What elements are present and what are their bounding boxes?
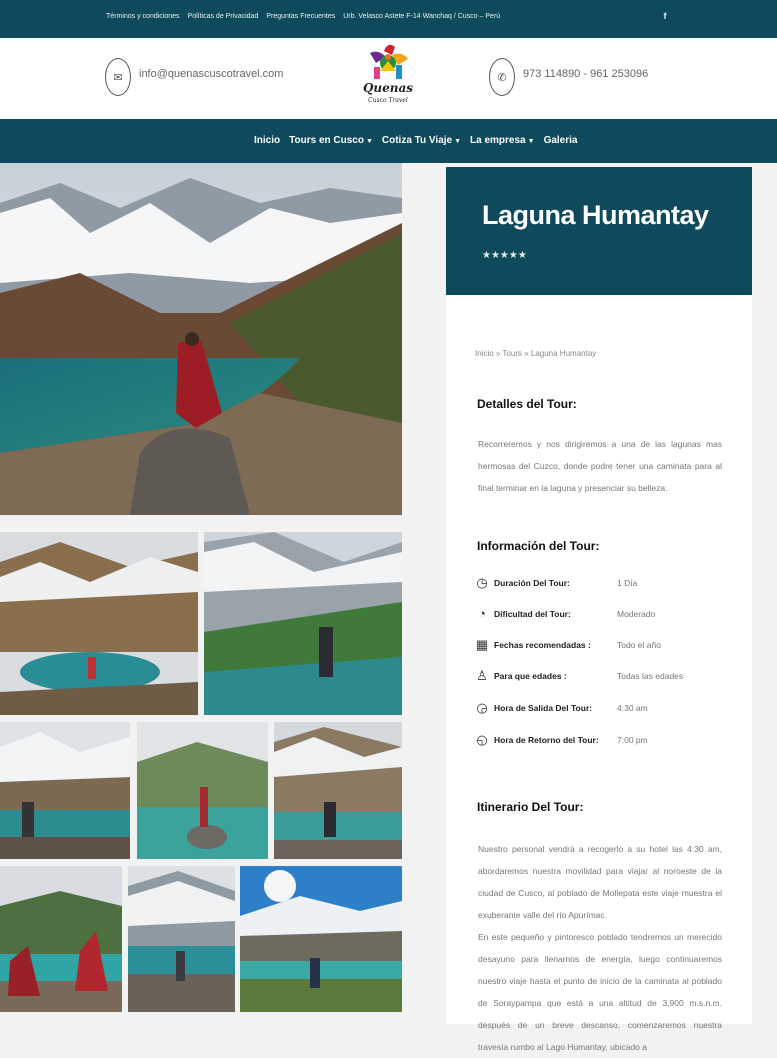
- email-link[interactable]: info@quenascuscotravel.com: [139, 68, 283, 80]
- info-value: Todo el año: [617, 640, 661, 650]
- info-label: Para que edades :: [494, 671, 567, 681]
- chevron-down-icon: ▼: [454, 138, 462, 145]
- phone-icon: ✆: [489, 58, 515, 96]
- nav-tours-cusco[interactable]: Tours en Cusco ▼: [289, 135, 373, 146]
- itinerary-text-2: En este pequeño y pintoresco poblado ten…: [478, 932, 722, 1052]
- gauge-icon: ◔: [478, 606, 486, 621]
- gallery-photo[interactable]: [0, 866, 122, 1012]
- details-text: Recorreremos y nos dirigiremos a una de …: [478, 439, 722, 493]
- info-value: Todas las edades: [617, 671, 684, 681]
- link-terminos[interactable]: Términos y condiciones: [106, 13, 180, 20]
- nav-empresa[interactable]: La empresa ▼: [470, 135, 535, 146]
- clock-return-icon: ◵: [476, 732, 488, 747]
- nav-galeria[interactable]: Galeria: [544, 135, 578, 146]
- tour-panel: Laguna Humantay ★★★★★ Inicio » Tours » L…: [446, 167, 752, 1052]
- breadcrumb[interactable]: Inicio » Tours » Laguna Humantay: [475, 349, 596, 358]
- star-rating: ★★★★★: [482, 250, 527, 261]
- itinerary-text: Nuestro personal vendrá a recogerlo a su…: [478, 844, 722, 920]
- mail-icon: ✉: [105, 58, 131, 96]
- info-label: Dificultad del Tour:: [494, 609, 571, 619]
- gallery-photo[interactable]: [128, 866, 235, 1012]
- top-links: Términos y condiciones Políticas de Priv…: [106, 13, 500, 20]
- logo[interactable]: Quenas Cusco Travel: [362, 41, 414, 115]
- main-nav: Inicio Tours en Cusco ▼ Cotiza Tu Viaje ▼ …: [0, 119, 777, 163]
- family-icon: ♙: [476, 668, 488, 683]
- info-value: 1 Día: [617, 578, 638, 588]
- nav-cotiza[interactable]: Cotiza Tu Viaje ▼: [382, 135, 461, 146]
- facebook-icon[interactable]: f: [660, 11, 670, 23]
- site-header: ✉ info@quenascuscotravel.com Quenas Cusc…: [0, 38, 777, 119]
- address-text: Urb. Velasco Astete F-14 Wanchaq / Cusco…: [343, 13, 501, 20]
- clock-icon: ◷: [476, 575, 488, 590]
- gallery-photo[interactable]: [240, 866, 402, 1012]
- top-bar: Términos y condiciones Políticas de Priv…: [0, 0, 777, 38]
- info-row-departure: ◶ Hora de Salida Del Tour: 4:30 am: [474, 700, 734, 718]
- info-row-ages: ♙ Para que edades : Todas las edades: [474, 668, 734, 686]
- info-row-difficulty: ◔ Dificultad del Tour: Moderado: [474, 606, 734, 624]
- phone-number[interactable]: 973 114890 - 961 253096: [523, 68, 648, 80]
- gallery-photo[interactable]: [204, 532, 402, 715]
- info-heading: Información del Tour:: [477, 539, 600, 553]
- info-row-dates: ▦ Fechas recomendadas : Todo el año: [474, 637, 734, 655]
- logo-subtitle: Cusco Travel: [368, 97, 408, 104]
- chevron-down-icon: ▼: [365, 138, 373, 145]
- link-faq[interactable]: Preguntas Frecuentes: [266, 13, 335, 20]
- nav-inicio[interactable]: Inicio: [254, 135, 280, 146]
- info-label: Duración Del Tour:: [494, 578, 570, 588]
- info-row-duration: ◷ Duración Del Tour: 1 Día: [474, 575, 734, 593]
- gallery-photo[interactable]: [274, 722, 402, 859]
- logo-name: Quenas: [362, 81, 414, 95]
- info-label: Hora de Salida Del Tour:: [494, 703, 593, 713]
- gallery-photo[interactable]: [137, 722, 268, 859]
- logo-graphic: [370, 44, 408, 79]
- info-value: Moderado: [617, 609, 656, 619]
- clock-arrow-icon: ◶: [476, 700, 488, 715]
- info-value: 4:30 am: [617, 703, 648, 713]
- tour-title: Laguna Humantay: [482, 200, 709, 230]
- details-heading: Detalles del Tour:: [477, 397, 577, 411]
- tour-header: Laguna Humantay ★★★★★: [446, 167, 752, 295]
- info-row-return: ◵ Hora de Retorno del Tour: 7:00 pm: [474, 732, 734, 750]
- hero-photo[interactable]: [0, 163, 402, 515]
- gallery-photo[interactable]: [0, 532, 198, 715]
- gallery-photo[interactable]: [0, 722, 130, 859]
- calendar-icon: ▦: [475, 637, 489, 652]
- chevron-down-icon: ▼: [527, 138, 535, 145]
- itinerary-heading: Itinerario Del Tour:: [477, 800, 584, 814]
- info-value: 7:00 pm: [617, 735, 648, 745]
- info-label: Hora de Retorno del Tour:: [494, 735, 599, 745]
- info-label: Fechas recomendadas :: [494, 640, 591, 650]
- link-privacidad[interactable]: Políticas de Privacidad: [188, 13, 259, 20]
